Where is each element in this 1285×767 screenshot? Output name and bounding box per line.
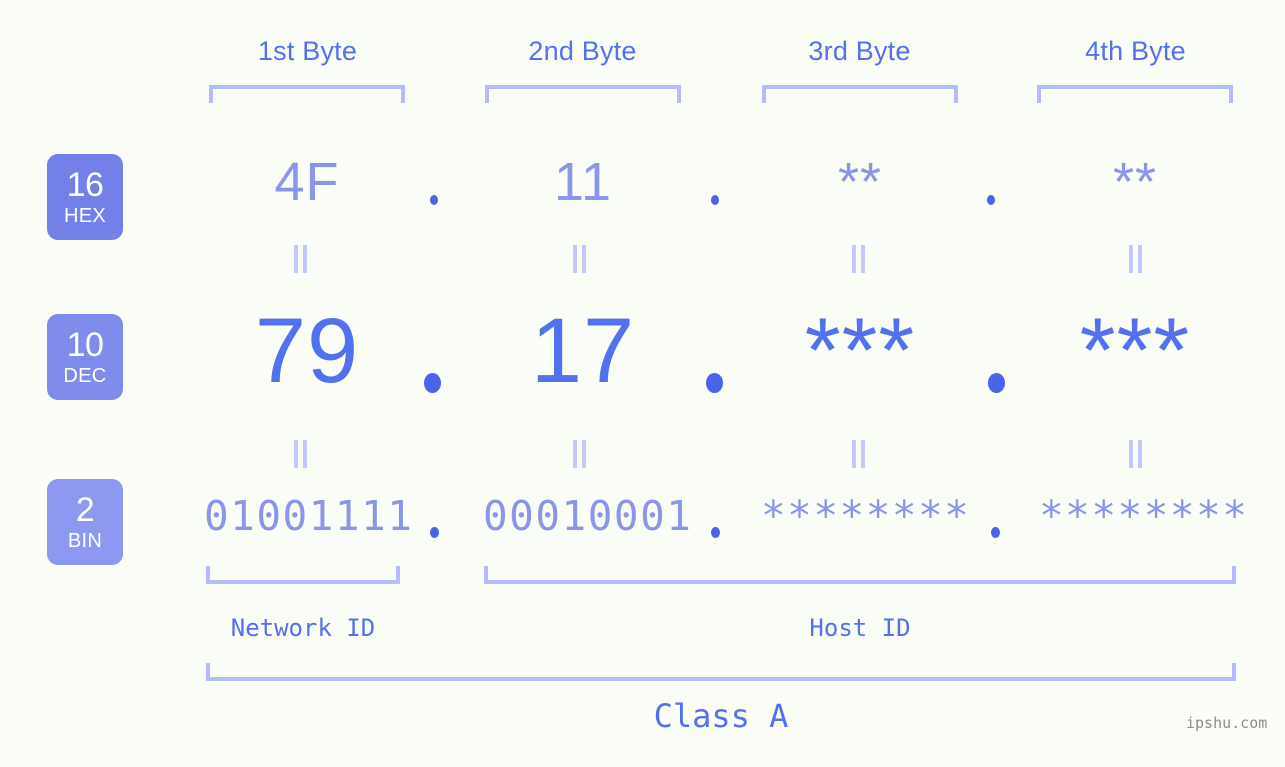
equals-mark-hex-dec-1 [294, 245, 308, 273]
bin-separator-dot-1 [430, 527, 439, 538]
hex-separator-dot-2 [711, 195, 719, 205]
byte-bracket-1 [209, 85, 405, 103]
base-badge-dec: 10 DEC [47, 314, 123, 400]
byte-bracket-3 [762, 85, 958, 103]
equals-mark-hex-dec-4 [1129, 245, 1143, 273]
base-badge-bin-number: 2 [75, 491, 95, 529]
byte-header-1: 1st Byte [257, 36, 358, 66]
equals-mark-dec-bin-4 [1129, 440, 1143, 468]
base-badge-bin: 2 BIN [47, 479, 123, 565]
bin-byte-2: 00010001 [483, 492, 693, 540]
network-id-bracket [206, 566, 400, 584]
byte-header-3: 3rd Byte [808, 36, 911, 66]
dec-byte-4: *** [1079, 300, 1191, 402]
equals-mark-dec-bin-1 [294, 440, 308, 468]
class-label: Class A [653, 697, 789, 735]
base-badge-bin-name: BIN [67, 530, 103, 552]
base-badge-hex-name: HEX [63, 205, 107, 227]
equals-mark-hex-dec-3 [852, 245, 866, 273]
class-bracket [206, 663, 1236, 681]
equals-mark-hex-dec-2 [573, 245, 587, 273]
hex-byte-3: ** [837, 152, 883, 212]
hex-byte-2: 11 [553, 152, 613, 212]
hex-byte-4: ** [1112, 152, 1158, 212]
bin-byte-1: 01001111 [204, 492, 414, 540]
host-id-label: Host ID [809, 614, 911, 642]
dec-byte-1: 79 [254, 300, 360, 402]
byte-header-2: 2nd Byte [528, 36, 637, 66]
byte-bracket-2 [485, 85, 681, 103]
dec-separator-dot-2 [706, 373, 723, 393]
hex-byte-1: 4F [274, 152, 340, 212]
host-id-bracket [484, 566, 1236, 584]
bin-byte-3: ******** [761, 492, 971, 540]
bin-byte-4: ******** [1039, 492, 1249, 540]
ip-address-breakdown-diagram: 1st Byte 2nd Byte 3rd Byte 4th Byte 16 H… [0, 0, 1285, 767]
base-badge-hex: 16 HEX [47, 154, 123, 240]
base-badge-dec-name: DEC [63, 365, 107, 387]
network-id-label: Network ID [230, 614, 376, 642]
base-badge-hex-number: 16 [66, 166, 104, 204]
dec-separator-dot-1 [424, 373, 441, 393]
bin-separator-dot-2 [711, 527, 720, 538]
hex-separator-dot-1 [430, 195, 438, 205]
base-badge-dec-number: 10 [66, 326, 104, 364]
dec-separator-dot-3 [988, 373, 1005, 393]
watermark: ipshu.com [1186, 714, 1268, 732]
bin-separator-dot-3 [991, 527, 1000, 538]
hex-separator-dot-3 [987, 195, 995, 205]
equals-mark-dec-bin-2 [573, 440, 587, 468]
byte-header-4: 4th Byte [1085, 36, 1186, 66]
equals-mark-dec-bin-3 [852, 440, 866, 468]
dec-byte-2: 17 [530, 300, 636, 402]
byte-bracket-4 [1037, 85, 1233, 103]
dec-byte-3: *** [804, 300, 916, 402]
